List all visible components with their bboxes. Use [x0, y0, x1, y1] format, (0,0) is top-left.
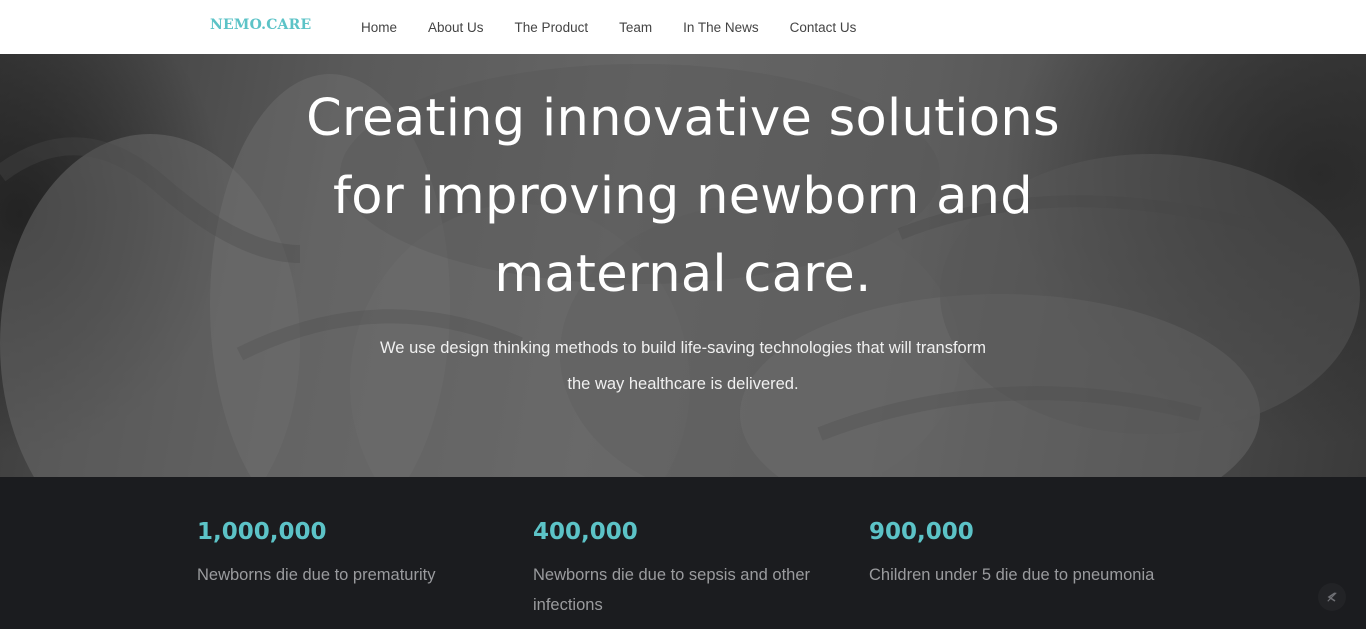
stat-prematurity: 1,000,000 Newborns die due to prematurit…	[197, 517, 517, 590]
stat-description: Newborns die due to sepsis and other inf…	[533, 566, 811, 614]
stats-section: 1,000,000 Newborns die due to prematurit…	[0, 477, 1366, 629]
nav-in-the-news[interactable]: In The News	[683, 19, 759, 36]
hero-title-line: for improving newborn and	[333, 167, 1033, 226]
stat-sepsis: 400,000 Newborns die due to sepsis and o…	[533, 517, 833, 620]
nav-team[interactable]: Team	[619, 19, 652, 36]
site-header: NEMO.CARE Home About Us The Product Team…	[0, 0, 1366, 54]
stat-pneumonia: 900,000 Children under 5 die due to pneu…	[869, 517, 1199, 590]
hero-title-line: Creating innovative solutions	[306, 89, 1060, 148]
hero-title: Creating innovative solutions for improv…	[0, 80, 1366, 314]
back-to-top-icon	[1327, 592, 1337, 602]
main-nav: Home About Us The Product Team In The Ne…	[361, 19, 887, 36]
nav-about-us[interactable]: About Us	[428, 19, 484, 36]
nav-the-product[interactable]: The Product	[515, 19, 589, 36]
stat-description: Children under 5 die due to pneumonia	[869, 566, 1155, 584]
stat-number: 1,000,000	[197, 519, 327, 545]
nav-home[interactable]: Home	[361, 19, 397, 36]
site-logo[interactable]: NEMO.CARE	[210, 17, 311, 33]
stat-description: Newborns die due to prematurity	[197, 566, 436, 584]
hero-subtitle: We use design thinking methods to build …	[0, 330, 1366, 402]
stat-number: 400,000	[533, 519, 638, 545]
hero-section: Creating innovative solutions for improv…	[0, 54, 1366, 477]
stat-number: 900,000	[869, 519, 974, 545]
hero-subtitle-line: We use design thinking methods to build …	[380, 339, 986, 357]
hero-subtitle-line: the way healthcare is delivered.	[567, 375, 799, 393]
back-to-top-button[interactable]	[1318, 583, 1346, 611]
hero-title-line: maternal care.	[494, 245, 872, 304]
nav-contact-us[interactable]: Contact Us	[790, 19, 857, 36]
